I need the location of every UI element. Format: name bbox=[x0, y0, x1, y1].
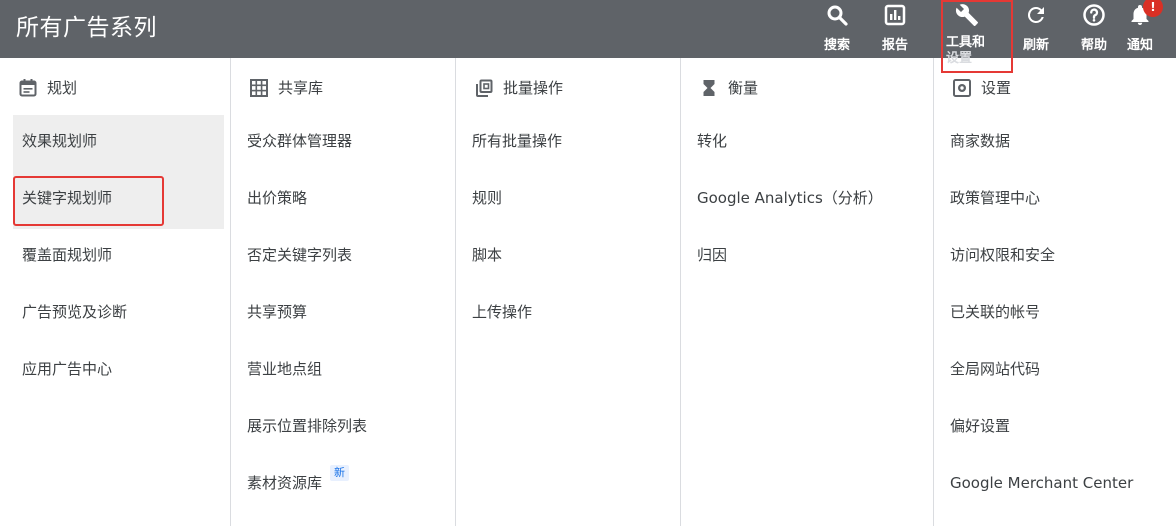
menu-item-access-and-security[interactable]: 访问权限和安全 bbox=[934, 229, 1176, 286]
column-heading: 规划 bbox=[47, 79, 78, 97]
search-button[interactable]: 搜索 bbox=[817, 0, 857, 58]
reports-button[interactable]: 报告 bbox=[875, 0, 915, 58]
column-measurement: 衡量 转化 Google Analytics（分析） 归因 bbox=[680, 58, 933, 526]
notifications-label: 通知 bbox=[1126, 38, 1153, 53]
tools-label: 工具和 bbox=[946, 35, 986, 50]
search-icon bbox=[827, 5, 848, 26]
column-heading: 设置 bbox=[981, 79, 1012, 97]
bar-chart-icon bbox=[884, 4, 906, 26]
refresh-button[interactable]: 刷新 bbox=[1016, 0, 1056, 58]
column-header-shared-library: 共享库 bbox=[231, 76, 455, 98]
grid-icon bbox=[250, 79, 268, 97]
menu-item-policy-manager[interactable]: 政策管理中心 bbox=[934, 172, 1176, 229]
tools-and-settings-button[interactable]: 工具和 设置 bbox=[941, 0, 1013, 73]
calendar-icon bbox=[19, 79, 37, 97]
menu-item-audience-manager[interactable]: 受众群体管理器 bbox=[231, 115, 455, 172]
column-settings: 设置 商家数据 政策管理中心 访问权限和安全 已关联的帐号 全局网站代码 偏好设… bbox=[933, 58, 1176, 526]
menu-item-keyword-planner[interactable]: 关键字规划师 bbox=[13, 172, 224, 229]
column-heading: 批量操作 bbox=[503, 79, 564, 97]
menu-item-reach-planner[interactable]: 覆盖面规划师 bbox=[13, 229, 224, 286]
menu-item-shared-budgets[interactable]: 共享预算 bbox=[231, 286, 455, 343]
help-icon bbox=[1083, 4, 1105, 26]
column-header-planning: 规划 bbox=[0, 76, 230, 98]
menu-item-asset-library[interactable]: 素材资源库新 bbox=[231, 457, 455, 514]
refresh-label: 刷新 bbox=[1022, 38, 1049, 53]
copy-icon bbox=[476, 79, 493, 97]
column-planning: 规划 效果规划师 关键字规划师 覆盖面规划师 广告预览及诊断 应用广告中心 bbox=[0, 58, 230, 526]
help-button[interactable]: 帮助 bbox=[1073, 0, 1115, 58]
menu-item-performance-planner[interactable]: 效果规划师 bbox=[13, 115, 224, 172]
menu-item-google-analytics[interactable]: Google Analytics（分析） bbox=[681, 172, 933, 229]
new-badge: 新 bbox=[330, 465, 350, 481]
tools-label-line2: 设置 bbox=[946, 51, 973, 66]
search-label: 搜索 bbox=[823, 38, 850, 53]
reports-label: 报告 bbox=[881, 38, 908, 53]
notification-badge: ! bbox=[1143, 0, 1163, 17]
menu-item-scripts[interactable]: 脚本 bbox=[456, 229, 680, 286]
menu-item-global-site-tag[interactable]: 全局网站代码 bbox=[934, 343, 1176, 400]
hourglass-icon bbox=[703, 80, 715, 96]
menu-item-label: 素材资源库 bbox=[247, 474, 323, 492]
column-bulk-actions: 批量操作 所有批量操作 规则 脚本 上传操作 bbox=[455, 58, 680, 526]
menu-item-rules[interactable]: 规则 bbox=[456, 172, 680, 229]
menu-item-location-groups[interactable]: 营业地点组 bbox=[231, 343, 455, 400]
menu-item-business-data[interactable]: 商家数据 bbox=[934, 115, 1176, 172]
help-label: 帮助 bbox=[1080, 38, 1107, 53]
menu-item-attribution[interactable]: 归因 bbox=[681, 229, 933, 286]
column-shared-library: 共享库 受众群体管理器 出价策略 否定关键字列表 共享预算 营业地点组 展示位置… bbox=[230, 58, 455, 526]
column-heading: 衡量 bbox=[728, 79, 759, 97]
column-header-measurement: 衡量 bbox=[681, 76, 933, 98]
column-heading: 共享库 bbox=[278, 79, 324, 97]
menu-item-bid-strategies[interactable]: 出价策略 bbox=[231, 172, 455, 229]
menu-item-app-advertising-hub[interactable]: 应用广告中心 bbox=[13, 343, 224, 400]
menu-item-uploads[interactable]: 上传操作 bbox=[456, 286, 680, 343]
column-header-settings: 设置 bbox=[934, 76, 1176, 98]
menu-item-google-merchant-center[interactable]: Google Merchant Center bbox=[934, 457, 1176, 514]
top-bar: 所有广告系列 搜索 报告 工具和 设置 刷新 帮助 通知 ! bbox=[0, 0, 1176, 73]
wrench-icon bbox=[955, 4, 978, 26]
menu-item-conversions[interactable]: 转化 bbox=[681, 115, 933, 172]
menu-item-all-bulk-actions[interactable]: 所有批量操作 bbox=[456, 115, 680, 172]
page-title: 所有广告系列 bbox=[16, 15, 157, 41]
settings-icon bbox=[953, 79, 971, 97]
tools-menu-panel: 规划 效果规划师 关键字规划师 覆盖面规划师 广告预览及诊断 应用广告中心 共享… bbox=[0, 58, 1176, 526]
menu-item-linked-accounts[interactable]: 已关联的帐号 bbox=[934, 286, 1176, 343]
menu-item-preferences[interactable]: 偏好设置 bbox=[934, 400, 1176, 457]
column-header-bulk-actions: 批量操作 bbox=[456, 76, 680, 98]
menu-item-negative-keyword-lists[interactable]: 否定关键字列表 bbox=[231, 229, 455, 286]
menu-item-ad-preview-diagnosis[interactable]: 广告预览及诊断 bbox=[13, 286, 224, 343]
refresh-icon bbox=[1027, 6, 1044, 23]
menu-item-placement-exclusion-lists[interactable]: 展示位置排除列表 bbox=[231, 400, 455, 457]
